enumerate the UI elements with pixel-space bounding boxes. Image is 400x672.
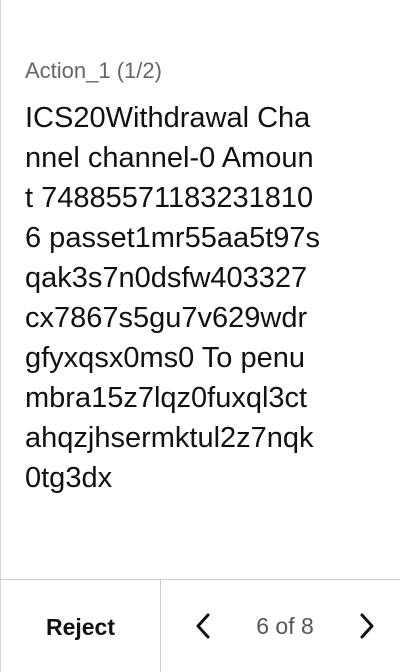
transaction-review-screen: Action_1 (1/2) ICS20Withdrawal Cha nnel … [0, 0, 400, 672]
pager: 6 of 8 [161, 580, 400, 672]
reject-area: Reject [1, 580, 161, 672]
action-line: gfyxqsx0ms0 To penu [25, 342, 305, 374]
action-line: qak3s7n0dsfw403327 [25, 262, 308, 294]
action-details: Action_1 (1/2) ICS20Withdrawal Cha nnel … [25, 56, 385, 498]
previous-page-button[interactable] [187, 606, 219, 646]
action-line: cx7867s5gu7v629wdr [25, 302, 308, 334]
action-line: t 74885571183231810 [25, 182, 314, 214]
action-line: ahqzjhsermktul2z7nqk [25, 422, 314, 454]
page-indicator: 6 of 8 [256, 612, 314, 639]
reject-button[interactable]: Reject [34, 606, 127, 649]
chevron-left-icon [196, 613, 210, 639]
action-line: mbra15z7lqz0fuxql3ct [25, 382, 308, 414]
action-line: 6 passet1mr55aa5t97s [25, 222, 321, 254]
action-description: ICS20Withdrawal Cha nnel channel-0 Amoun… [25, 98, 385, 498]
action-line: nnel channel-0 Amoun [25, 142, 314, 174]
next-page-button[interactable] [351, 606, 383, 646]
action-line: ICS20Withdrawal Cha [25, 102, 311, 134]
chevron-right-icon [360, 613, 374, 639]
action-line: 0tg3dx [25, 462, 113, 494]
action-title: Action_1 (1/2) [25, 58, 162, 83]
footer-bar: Reject 6 of 8 [1, 579, 400, 672]
